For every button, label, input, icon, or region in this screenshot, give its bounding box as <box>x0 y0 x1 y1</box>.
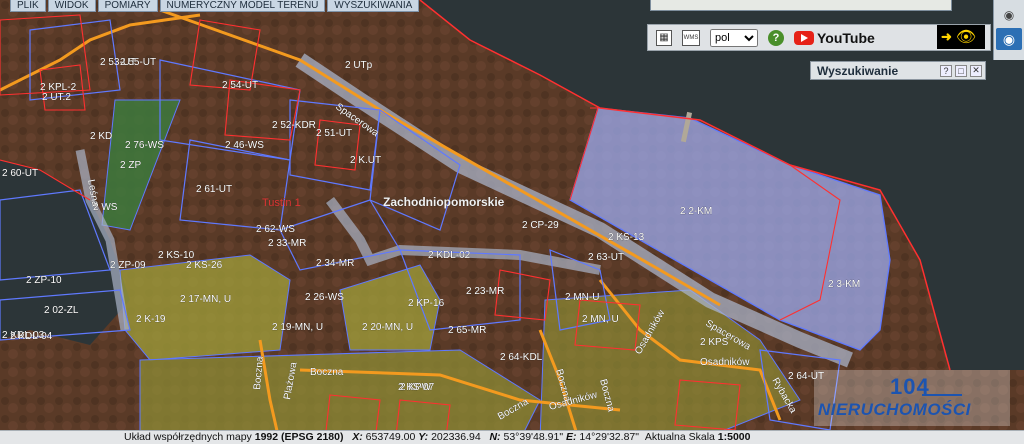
street-label: Osadników <box>700 357 750 368</box>
status-bar: Układ współrzędnych mapy 1992 (EPSG 2180… <box>0 430 1024 444</box>
eye-active-icon[interactable]: ◉ <box>996 28 1022 50</box>
parcel-label: 2 MN-U <box>565 292 599 303</box>
parcel-label: 2 26-WS <box>305 292 344 303</box>
wms-tool[interactable]: WMS <box>682 29 700 46</box>
brand-watermark: 104 NIERUCHOMOŚCI <box>814 370 1010 426</box>
parcel-label: 2 23-MR <box>466 286 504 297</box>
parcel-label: 2 33-MR <box>268 238 306 249</box>
parcel-label: 2 KDL-04 <box>10 331 53 342</box>
parcel-label: 2 64-KDL <box>500 352 543 363</box>
parcel-label: 2 KD <box>90 131 112 142</box>
parcel-label: 2 K-19 <box>136 314 166 325</box>
close-icon[interactable]: ✕ <box>970 64 982 77</box>
grid-tool[interactable]: ▦ <box>656 29 672 46</box>
help-icon[interactable]: ? <box>768 29 784 46</box>
parcel-label: 2 MN, U <box>582 314 619 325</box>
menu-wyszukiwania[interactable]: WYSZUKIWANIA <box>327 0 420 12</box>
search-panel[interactable]: Wyszukiwanie ? □ ✕ <box>810 61 986 80</box>
parcel-label: 2 KS-07 <box>398 382 435 393</box>
x-label: X: <box>352 431 363 443</box>
overlay-label: Tustin 1 <box>262 197 301 209</box>
arrow-right-icon: ➜ <box>941 29 952 44</box>
menu-nmt[interactable]: NUMERYCZNY MODEL TERENU <box>159 0 326 12</box>
parcel-label: 2 2-KM <box>680 206 712 217</box>
help-icon[interactable]: ? <box>940 64 952 77</box>
parcel-label: 2 CP-29 <box>522 220 559 231</box>
e-label: E: <box>565 431 577 443</box>
menu-widok[interactable]: WIDOK <box>47 0 96 12</box>
parcel-label: 2 KS-13 <box>608 232 645 243</box>
youtube-button[interactable]: YouTube <box>794 30 875 46</box>
y-value: 202336.94 <box>431 431 481 443</box>
coord-system-value: 1992 (EPSG 2180) <box>254 431 344 443</box>
parcel-label: 2 61-UT <box>196 184 232 195</box>
street-label: Boczna <box>310 367 344 378</box>
n-value: 53°39'48.91" <box>503 431 564 443</box>
menu-pomiary[interactable]: POMIARY <box>97 0 158 12</box>
parcel-label: 2 53-UT <box>100 57 136 68</box>
parcel-label: 2 ZP <box>120 160 141 171</box>
parcel-label: 2 63-UT <box>588 252 624 263</box>
wms-icon: WMS <box>682 29 700 46</box>
parcel-label: 2 KDL-02 <box>428 250 471 261</box>
parcel-label: 2 60-UT <box>2 168 38 179</box>
parcel-label: 2 02-ZL <box>44 305 79 316</box>
overview-minimap[interactable] <box>650 0 952 11</box>
parcel-label: 2 KS-26 <box>186 260 223 271</box>
language-select[interactable]: pol <box>710 28 758 47</box>
parcel-label: 2 3-KM <box>828 279 860 290</box>
parcel-label: 2 46-WS <box>225 140 264 151</box>
parcel-label: 2 ZP-10 <box>26 275 62 286</box>
parcel-label: 2 51-UT <box>316 128 352 139</box>
maximize-icon[interactable]: □ <box>955 64 967 77</box>
brand-underline <box>922 376 962 396</box>
parcel-label: 2 ZP-09 <box>110 260 146 271</box>
parcel-label: 2 76-WS <box>125 140 164 151</box>
parcel-label: 2 KPS <box>700 337 729 348</box>
search-panel-title: Wyszukiwanie <box>817 63 899 78</box>
grid-icon: ▦ <box>656 29 672 46</box>
residential-zone <box>139 349 541 441</box>
youtube-label: YouTube <box>817 29 875 46</box>
parcel-label: 2 54-UT <box>222 80 258 91</box>
visibility-toggle[interactable]: ➜ 👁 <box>937 25 985 49</box>
right-sidebar: ◉ ◉ <box>993 0 1024 60</box>
eye-small-icon[interactable]: ◉ <box>1000 8 1018 24</box>
region-label: Zachodniopomorskie <box>383 195 505 209</box>
eye-icon: 👁 <box>955 29 977 46</box>
parcel-label: 2 52-KDR <box>272 120 316 131</box>
parcel-label: 2 WS <box>93 202 118 213</box>
n-label: N: <box>489 431 501 443</box>
scale-label: Aktualna Skala <box>644 431 715 443</box>
y-label: Y: <box>418 431 429 443</box>
parcel-label: 2 34-MR <box>316 258 354 269</box>
coord-system-label: Układ współrzędnych mapy <box>124 431 252 443</box>
parcel-label: 2 19-MN, U <box>272 322 323 333</box>
menu-plik[interactable]: PLIK <box>10 0 46 12</box>
parcel-label: 2 K.UT <box>350 155 381 166</box>
youtube-icon <box>794 30 814 45</box>
parcel-label: 2 20-MN, U <box>362 322 413 333</box>
scale-value: 1:5000 <box>717 431 751 443</box>
parcel-label: 2 KP-16 <box>408 298 445 309</box>
e-value: 14°29'32.87" <box>579 431 639 443</box>
parcel-label: 2 17-MN, U <box>180 294 231 305</box>
parcel-label: 2 UT.2 <box>42 92 71 103</box>
x-value: 653749.00 <box>365 431 416 443</box>
parcel-label: 2 KPL-2 <box>40 82 77 93</box>
parcel-label: 2 UTp <box>345 60 373 71</box>
brand-name: NIERUCHOMOŚCI <box>818 400 971 419</box>
menu-bar: PLIK WIDOK POMIARY NUMERYCZNY MODEL TERE… <box>0 0 420 12</box>
parcel-label: 2 62-WS <box>256 224 295 235</box>
parcel-label: 2 65-MR <box>448 325 486 336</box>
